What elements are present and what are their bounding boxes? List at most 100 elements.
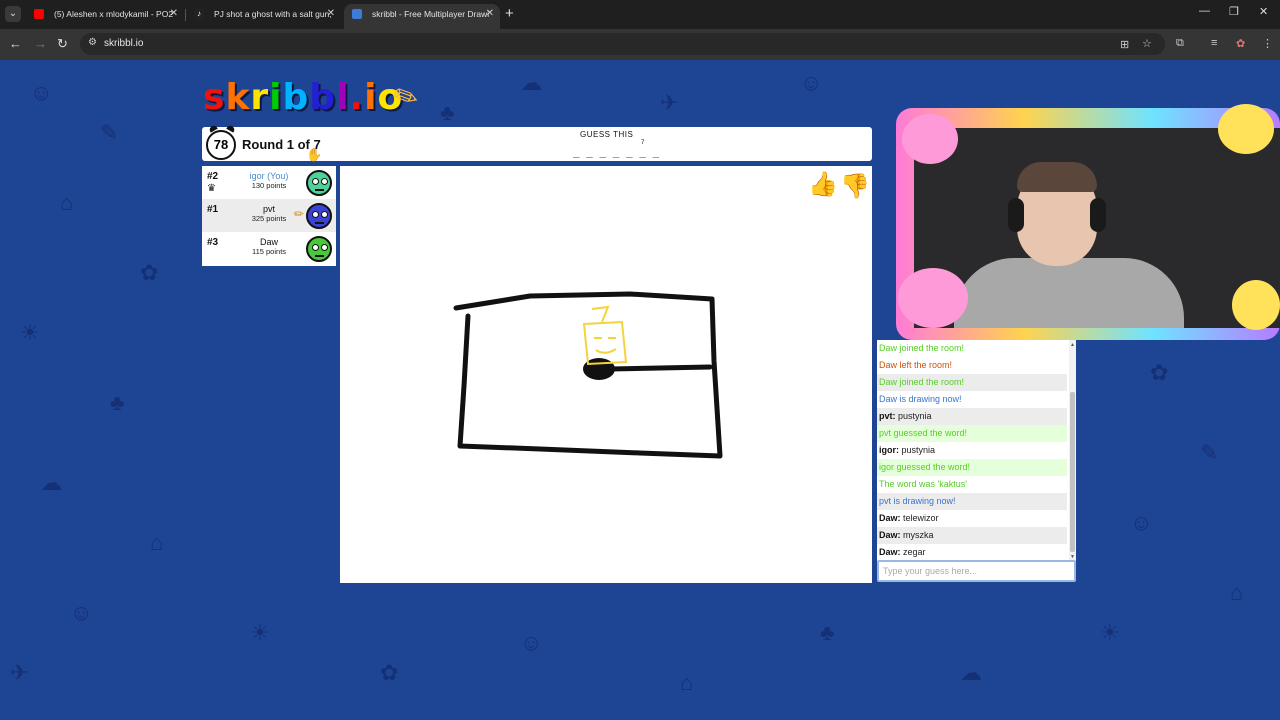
chat-author: pvt: — [879, 411, 896, 421]
tiktok-favicon-icon: ♪ — [194, 9, 204, 19]
logo-letter: . — [349, 77, 365, 118]
player-avatar — [306, 170, 332, 196]
browser-address-bar: ← → ↻ ⚙ skribbl.io ⊞ ☆ ⧉ ≡ ✿ ⋮ — [0, 29, 1280, 60]
browser-tab-bar: ⌄ (5) Aleshen x mlodykamil - PO2 ✕ ♪ PJ … — [0, 0, 1280, 29]
donut-gamepad-sticker-icon — [898, 268, 968, 328]
chat-author: Daw: — [879, 513, 901, 523]
logo-letter: b — [282, 77, 310, 118]
star-sticker-icon — [1218, 104, 1274, 154]
chat-message: Daw: myszka — [877, 527, 1067, 544]
close-tab-icon[interactable]: ✕ — [170, 4, 178, 24]
word-length: 7 — [641, 140, 645, 146]
back-arrow-icon[interactable]: ← — [9, 36, 22, 51]
cat-headphones-sticker-icon — [902, 114, 958, 164]
player-name: Daw — [259, 237, 278, 247]
restore-icon[interactable]: ❐ — [1229, 5, 1239, 18]
game-top-bar: 78 Round 1 of 7 ✋ GUESS THIS _ _ _ _ _ _… — [202, 124, 872, 162]
player-points: 115 points — [251, 247, 287, 256]
close-tab-icon[interactable]: ✕ — [327, 4, 335, 24]
new-tab-icon[interactable]: + — [505, 5, 514, 22]
chat-message: Daw: telewizor — [877, 510, 1067, 527]
player-points: 325 points — [251, 214, 287, 223]
chat-message: pvt guessed the word! — [877, 425, 1067, 442]
chat-message: Daw joined the room! — [877, 374, 1067, 391]
player-avatar — [306, 236, 332, 262]
thumbs-up-icon[interactable]: 👍 — [808, 170, 838, 199]
browser-tab-youtube[interactable]: (5) Aleshen x mlodykamil - PO2 ✕ — [26, 4, 184, 29]
url-text: skribbl.io — [104, 38, 144, 49]
timer-clock-icon: 78 — [206, 124, 236, 160]
player-name: pvt — [262, 204, 275, 214]
chat-message: igor guessed the word! — [877, 459, 1067, 476]
word-hint: _ _ _ _ _ _ _ — [573, 145, 660, 158]
tab-title: (5) Aleshen x mlodykamil - PO2 — [54, 9, 174, 19]
game-page: ☺ ✎ ⌂ ✿ ☀ ♣ ☁ ⌂ ☺ ✈ ☀ ✿ ☺ ⌂ ♣ ☁ ☀ ✎ ☺ ⌂ … — [0, 60, 1280, 720]
logo-letter: s — [203, 77, 226, 118]
close-window-icon[interactable]: ✕ — [1259, 5, 1268, 18]
drawing-pencil-icon: ✏ — [294, 207, 305, 221]
reload-icon[interactable]: ↻ — [57, 36, 68, 52]
chat-message: pvt: pustynia — [877, 408, 1067, 425]
player-name: igor (You) — [249, 171, 289, 181]
player-list: #2 ♛ igor (You) 130 points #1 pvt 325 po… — [202, 166, 336, 266]
scroll-thumb[interactable] — [1070, 392, 1075, 552]
chat-author: Daw: — [879, 530, 901, 540]
tab-search-icon[interactable]: ⌄ — [5, 6, 21, 22]
drawing-canvas[interactable]: 👍 👎 — [340, 166, 872, 583]
tab-title: PJ shot a ghost with a salt gun, — [214, 9, 332, 19]
logo-letter: r — [250, 77, 270, 118]
minimize-icon[interactable]: — — [1199, 5, 1210, 17]
extensions-icon[interactable]: ⧉ — [1176, 37, 1184, 50]
browser-tab-tiktok[interactable]: ♪ PJ shot a ghost with a salt gun, ✕ — [186, 4, 341, 29]
tab-title: skribbl - Free Multiplayer Drawi — [372, 9, 490, 19]
player-row[interactable]: #2 ♛ igor (You) 130 points — [202, 166, 336, 199]
chat-text: pustynia — [901, 445, 936, 455]
skribbl-favicon-icon — [352, 9, 362, 19]
thumbs-down-icon[interactable]: 👎 — [840, 172, 870, 201]
timer-value: 78 — [213, 137, 229, 152]
chat-text: pustynia — [898, 411, 932, 421]
chat-message: Daw joined the room! — [879, 343, 965, 353]
chat-box: Daw joined the room! Daw left the room! … — [877, 340, 1076, 563]
chat-author: igor: — [879, 445, 899, 455]
logo-letter: i — [269, 77, 283, 118]
sun-sticker-icon — [1232, 280, 1280, 330]
logo-letter: k — [225, 77, 251, 118]
player-row[interactable]: #3 Daw 115 points — [202, 232, 336, 265]
chat-scrollbar[interactable]: ▲ ▼ — [1069, 340, 1076, 563]
guess-label: GUESS THIS — [580, 130, 634, 139]
bookmark-star-icon[interactable]: ☆ — [1142, 37, 1152, 50]
crown-icon: ♛ — [207, 183, 216, 194]
skribbl-logo: skribbl.io — [203, 77, 403, 118]
chat-text: myszka — [903, 530, 934, 540]
player-rank: #1 — [207, 204, 219, 215]
forward-arrow-icon[interactable]: → — [34, 36, 47, 51]
player-avatar — [306, 203, 332, 229]
browser-tab-skribbl[interactable]: skribbl - Free Multiplayer Drawi ✕ — [344, 4, 500, 29]
extension-icon[interactable]: ✿ — [1236, 37, 1245, 50]
youtube-favicon-icon — [34, 9, 44, 19]
drawing-strokes — [453, 291, 723, 459]
logo-letter: l — [336, 77, 350, 118]
chat-author: Daw: — [879, 547, 901, 557]
webcam-overlay — [896, 104, 1280, 340]
chat-text: zegar — [903, 547, 926, 557]
hand-cursor-icon: ✋ — [306, 147, 323, 162]
logo-letter: b — [309, 77, 337, 118]
menu-kebab-icon[interactable]: ⋮ — [1262, 37, 1273, 50]
player-rank: #2 — [207, 171, 219, 182]
close-tab-icon[interactable]: ✕ — [486, 4, 494, 24]
chat-message: Daw: zegar — [877, 544, 1067, 561]
url-field[interactable]: ⚙ skribbl.io ⊞ ☆ — [80, 33, 1165, 55]
player-row[interactable]: #1 pvt 325 points ✏ — [202, 199, 336, 232]
site-info-icon[interactable]: ⚙ — [88, 37, 97, 48]
chat-message: The word was 'kaktus' — [879, 479, 967, 489]
translate-icon[interactable]: ⊞ — [1120, 38, 1129, 51]
chat-message: Daw left the room! — [879, 360, 953, 370]
scroll-up-icon[interactable]: ▲ — [1069, 342, 1076, 348]
logo-letter: i — [364, 77, 378, 118]
guess-input[interactable] — [877, 560, 1076, 582]
chat-text: telewizor — [903, 513, 939, 523]
chat-message: igor: pustynia — [877, 442, 1067, 459]
media-controls-icon[interactable]: ≡ — [1211, 37, 1217, 49]
